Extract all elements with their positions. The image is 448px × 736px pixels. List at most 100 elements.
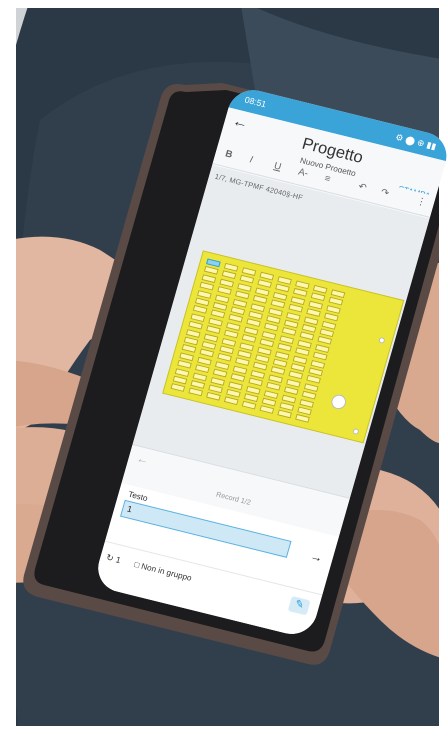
- label-cell[interactable]: [246, 318, 261, 328]
- label-cell[interactable]: [277, 409, 292, 419]
- label-cell[interactable]: [177, 360, 192, 369]
- label-cell[interactable]: [243, 326, 259, 336]
- label-cell[interactable]: [208, 384, 223, 394]
- label-cell[interactable]: [188, 387, 203, 397]
- label-cell[interactable]: [174, 367, 190, 377]
- label-cell[interactable]: [208, 317, 223, 327]
- label-cell[interactable]: [308, 300, 324, 310]
- label-cell[interactable]: [197, 356, 212, 366]
- label-cell[interactable]: [328, 297, 344, 306]
- label-cell[interactable]: [190, 380, 206, 389]
- label-cell[interactable]: [310, 359, 326, 369]
- label-cell[interactable]: [268, 374, 284, 384]
- label-cell[interactable]: [199, 281, 215, 291]
- arrow-right-icon[interactable]: →: [309, 548, 325, 565]
- label-cell[interactable]: [223, 396, 239, 406]
- label-cell[interactable]: [330, 289, 346, 299]
- label-cell[interactable]: [239, 341, 255, 351]
- label-cell[interactable]: [315, 343, 330, 353]
- label-cell[interactable]: [303, 316, 319, 325]
- label-cell[interactable]: [292, 288, 308, 298]
- label-cell[interactable]: [299, 398, 315, 408]
- label-cell[interactable]: [257, 346, 272, 356]
- label-cell[interactable]: [188, 320, 203, 330]
- label-cell[interactable]: [212, 368, 228, 378]
- label-cell[interactable]: [194, 297, 210, 307]
- label-cell[interactable]: [286, 311, 301, 321]
- label-cell[interactable]: [219, 278, 235, 288]
- label-cell[interactable]: [312, 284, 328, 294]
- label-cell[interactable]: [290, 296, 306, 305]
- label-cell[interactable]: [237, 349, 252, 359]
- label-cell[interactable]: [248, 377, 263, 387]
- label-cell[interactable]: [292, 355, 308, 365]
- label-cell[interactable]: [283, 319, 299, 329]
- label-cell[interactable]: [301, 390, 317, 400]
- label-cell[interactable]: [170, 383, 186, 393]
- label-cell[interactable]: [201, 274, 217, 283]
- label-cell[interactable]: [239, 275, 255, 284]
- label-cell[interactable]: [206, 258, 221, 268]
- label-cell[interactable]: [319, 328, 335, 338]
- label-cell[interactable]: [301, 323, 317, 333]
- label-cell[interactable]: [185, 328, 201, 338]
- label-cell[interactable]: [194, 364, 210, 374]
- label-cell[interactable]: [306, 308, 321, 318]
- label-cell[interactable]: [259, 338, 275, 348]
- label-cell[interactable]: [288, 370, 304, 380]
- undo-button[interactable]: ↶: [357, 182, 368, 194]
- label-cell[interactable]: [266, 382, 281, 391]
- label-cell[interactable]: [279, 402, 295, 411]
- label-cell[interactable]: [248, 310, 263, 320]
- label-cell[interactable]: [241, 267, 257, 277]
- label-cell[interactable]: [181, 344, 197, 354]
- label-cell[interactable]: [268, 307, 284, 317]
- label-cell[interactable]: [214, 361, 230, 370]
- label-cell[interactable]: [303, 383, 319, 392]
- redo-button[interactable]: ↷: [379, 187, 390, 199]
- label-cell[interactable]: [272, 291, 288, 301]
- label-cell[interactable]: [201, 340, 217, 350]
- arrow-left-icon[interactable]: ←: [135, 451, 151, 468]
- font-size-button[interactable]: A-: [297, 167, 309, 180]
- label-cell[interactable]: [254, 354, 270, 364]
- label-cell[interactable]: [230, 306, 246, 316]
- label-cell[interactable]: [281, 394, 297, 404]
- label-cell[interactable]: [283, 386, 299, 396]
- label-cell[interactable]: [254, 287, 270, 297]
- underline-button[interactable]: U: [273, 161, 283, 173]
- label-cell[interactable]: [226, 388, 241, 398]
- label-cell[interactable]: [261, 330, 277, 340]
- label-cell[interactable]: [279, 335, 295, 344]
- label-cell[interactable]: [259, 405, 275, 415]
- label-cell[interactable]: [323, 312, 339, 322]
- label-cell[interactable]: [277, 276, 292, 285]
- label-cell[interactable]: [295, 280, 310, 290]
- label-cell[interactable]: [295, 347, 310, 357]
- label-cell[interactable]: [206, 392, 221, 402]
- label-cell[interactable]: [317, 336, 332, 345]
- label-cell[interactable]: [237, 282, 252, 292]
- label-cell[interactable]: [210, 376, 226, 386]
- label-cell[interactable]: [312, 351, 328, 361]
- label-cell[interactable]: [299, 331, 315, 341]
- label-cell[interactable]: [197, 289, 212, 299]
- label-cell[interactable]: [199, 348, 215, 358]
- label-cell[interactable]: [214, 294, 230, 303]
- label-cell[interactable]: [232, 298, 248, 308]
- label-cell[interactable]: [234, 357, 250, 367]
- pencil-icon[interactable]: ✎: [287, 595, 311, 616]
- italic-button[interactable]: I: [248, 155, 254, 166]
- label-cell[interactable]: [263, 389, 279, 399]
- refresh-icon[interactable]: ↻ 1: [105, 552, 122, 566]
- label-cell[interactable]: [306, 375, 321, 385]
- label-cell[interactable]: [250, 302, 266, 312]
- label-cell[interactable]: [223, 329, 239, 339]
- label-cell[interactable]: [308, 367, 324, 377]
- label-cell[interactable]: [221, 337, 237, 347]
- label-cell[interactable]: [270, 366, 286, 376]
- label-cell[interactable]: [326, 304, 341, 314]
- label-cell[interactable]: [241, 334, 257, 343]
- label-cell[interactable]: [219, 345, 235, 355]
- label-cell[interactable]: [192, 305, 208, 315]
